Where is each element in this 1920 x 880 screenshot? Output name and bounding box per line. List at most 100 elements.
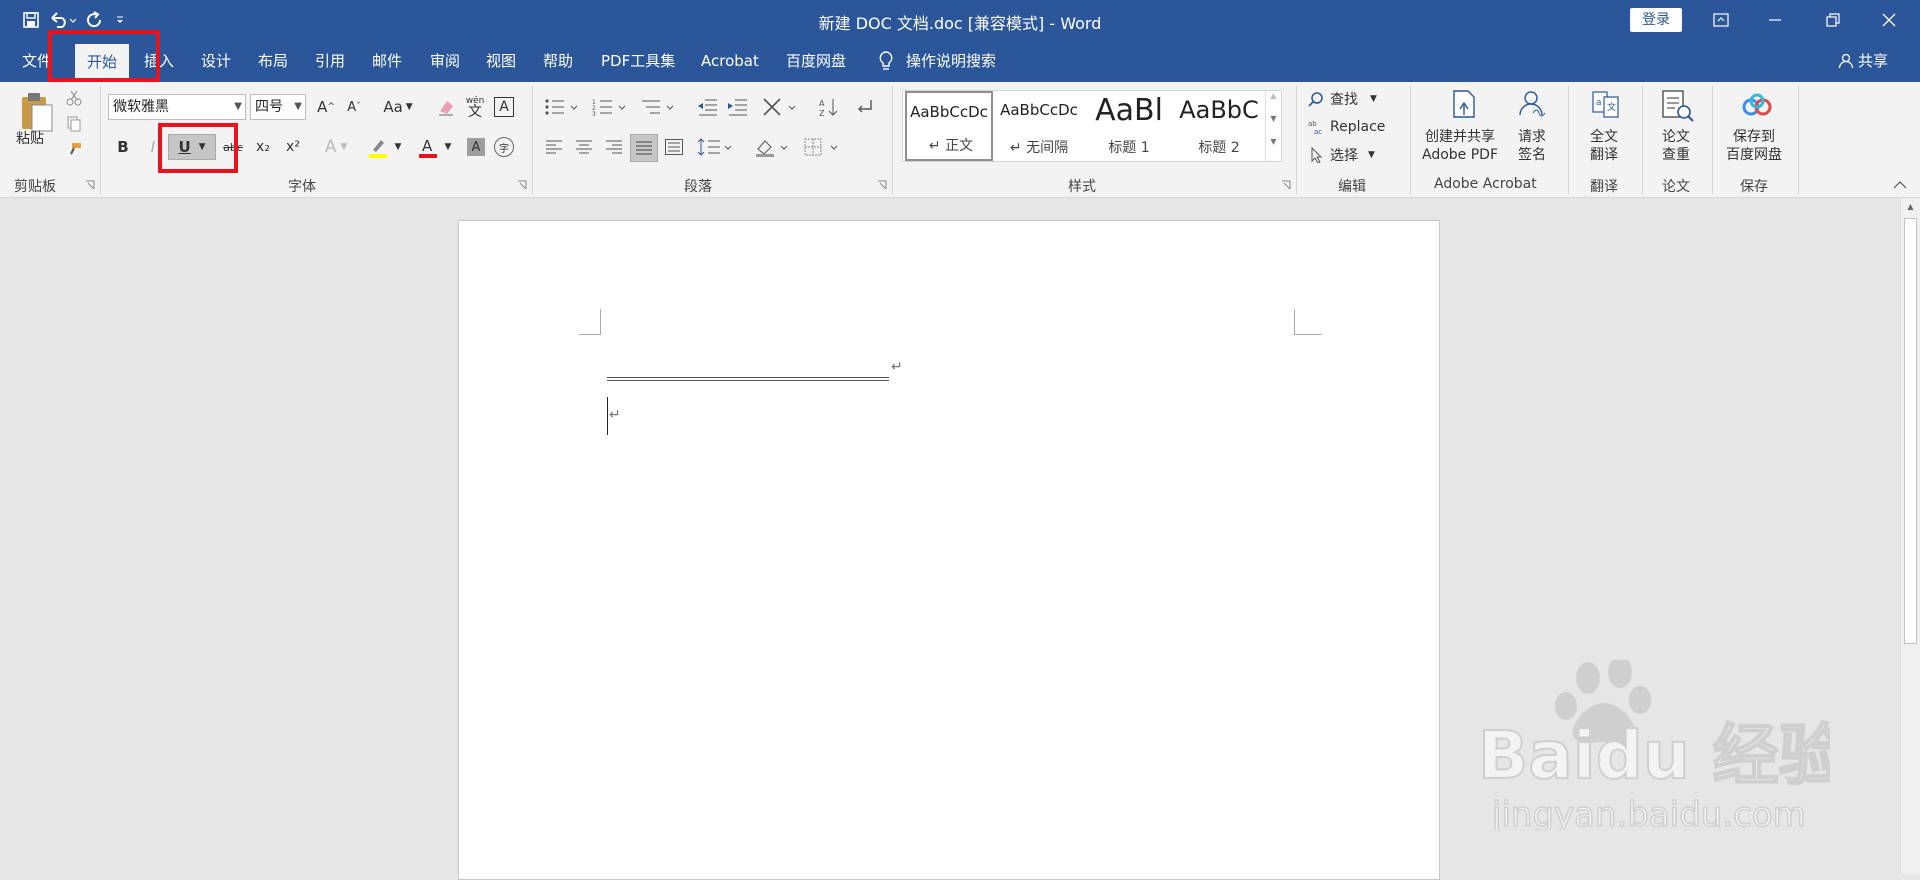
svg-text:3: 3	[592, 111, 596, 116]
clear-format-icon[interactable]	[434, 94, 458, 120]
chevron-down-icon[interactable]: ▼	[1266, 114, 1281, 137]
minimize-icon[interactable]	[1752, 0, 1798, 40]
tab-view[interactable]: 视图	[486, 40, 516, 82]
separator	[892, 86, 893, 194]
tab-design[interactable]: 设计	[201, 40, 231, 82]
font-color-button[interactable]: A ▼	[412, 134, 456, 160]
font-size-combo[interactable]: 四号 ▼	[250, 94, 306, 120]
close-icon[interactable]	[1866, 0, 1912, 40]
more-styles-icon[interactable]: ▼	[1266, 137, 1281, 160]
tab-layout[interactable]: 布局	[258, 40, 288, 82]
paragraph-launcher-icon[interactable]	[876, 179, 888, 191]
translate-icon[interactable]: a文	[1590, 88, 1622, 120]
borders-icon[interactable]	[802, 134, 842, 160]
ribbon-display-icon[interactable]	[1698, 0, 1744, 40]
paragraph-mark-icon: ↵	[891, 359, 903, 375]
distributed-icon[interactable]	[662, 134, 686, 160]
style-sample: AaBbC	[1179, 96, 1259, 124]
styles-launcher-icon[interactable]	[1280, 179, 1292, 191]
style-heading-2[interactable]: AaBbC 标题 2	[1175, 91, 1263, 161]
tab-review[interactable]: 审阅	[430, 40, 460, 82]
translate-line1: 全文	[1590, 129, 1618, 145]
chinese-layout-icon[interactable]	[760, 94, 800, 120]
multilevel-list-icon[interactable]	[638, 94, 678, 120]
style-heading-1[interactable]: AaBl 标题 1	[1085, 91, 1173, 161]
tell-me-search[interactable]: 操作说明搜索	[878, 40, 996, 82]
replace-icon: abac	[1308, 120, 1322, 135]
vertical-scrollbar[interactable]: ▲	[1900, 198, 1920, 874]
format-painter-icon[interactable]	[64, 140, 84, 160]
paragraph-shading-icon[interactable]	[752, 134, 792, 160]
chevron-up-icon[interactable]: ▲	[1901, 198, 1920, 216]
text-effects-button[interactable]: A ▼	[318, 134, 354, 160]
login-button[interactable]: 登录	[1630, 8, 1682, 32]
text-effects-icon: A	[324, 137, 337, 157]
translate-label[interactable]: 全文 翻译	[1590, 128, 1618, 164]
styles-scroll[interactable]: ▲ ▼ ▼	[1265, 91, 1281, 161]
svg-text:ac: ac	[1314, 128, 1322, 135]
tab-mailings[interactable]: 邮件	[372, 40, 402, 82]
translate-line2: 翻译	[1590, 147, 1618, 163]
bold-button[interactable]: B	[112, 134, 134, 160]
align-right-icon[interactable]	[602, 134, 626, 160]
find-label: 查找	[1330, 92, 1358, 108]
document-page[interactable]: ↵ ↵	[458, 220, 1440, 880]
sort-icon[interactable]: AZ	[816, 94, 842, 120]
paste-label[interactable]: 粘贴	[16, 130, 44, 148]
select-button[interactable]: 选择 ▼	[1308, 144, 1375, 166]
subscript-button[interactable]: x₂	[250, 134, 276, 160]
style-sample: AaBbCcDc	[910, 103, 988, 121]
change-case-button[interactable]: Aa ▼	[380, 94, 416, 120]
svg-text:Z: Z	[819, 109, 825, 117]
request-signature-label[interactable]: 请求 签名	[1518, 128, 1546, 164]
grow-font-button[interactable]: A ^	[314, 94, 338, 120]
baidu-netdisk-icon[interactable]	[1740, 90, 1776, 120]
chevron-up-icon[interactable]: ▲	[1266, 91, 1281, 114]
show-marks-icon[interactable]	[852, 94, 878, 120]
tab-acrobat[interactable]: Acrobat	[701, 40, 759, 82]
replace-button[interactable]: ab ac Replace	[1308, 116, 1385, 138]
select-label: 选择	[1330, 148, 1358, 164]
highlighter-icon	[368, 140, 387, 158]
style-normal[interactable]: AaBbCcDc ↵ 正文	[905, 91, 993, 161]
scrollbar-thumb[interactable]	[1904, 218, 1917, 644]
cut-icon[interactable]	[64, 88, 84, 108]
copy-icon[interactable]	[64, 114, 84, 134]
superscript-button[interactable]: x²	[280, 134, 306, 160]
style-no-spacing[interactable]: AaBbCcDc ↵ 无间隔	[995, 91, 1083, 161]
tab-baidu-netdisk[interactable]: 百度网盘	[786, 40, 846, 82]
shrink-font-button[interactable]: Aˇ	[342, 94, 366, 120]
phonetic-guide-button[interactable]: wén 文	[462, 92, 488, 122]
font-name-combo[interactable]: 微软雅黑 ▼	[108, 94, 246, 120]
line-spacing-icon[interactable]	[696, 134, 736, 160]
find-button[interactable]: 查找 ▼	[1308, 88, 1377, 110]
tab-pdf-tools[interactable]: PDF工具集	[601, 40, 675, 82]
justify-icon[interactable]	[630, 134, 658, 162]
tab-references[interactable]: 引用	[315, 40, 345, 82]
numbering-icon[interactable]: 123	[590, 94, 630, 120]
paper-check-icon[interactable]	[1660, 88, 1696, 124]
collapse-ribbon-icon[interactable]	[1892, 178, 1908, 192]
character-border-button[interactable]: A	[492, 94, 516, 120]
align-center-icon[interactable]	[572, 134, 596, 160]
restore-icon[interactable]	[1810, 0, 1856, 40]
paper-check-label[interactable]: 论文 查重	[1662, 128, 1690, 164]
replace-label: Replace	[1330, 119, 1386, 135]
highlight-button[interactable]: ▼	[362, 134, 406, 160]
font-launcher-icon[interactable]	[516, 179, 528, 191]
bullets-icon[interactable]	[542, 94, 582, 120]
character-shading-button[interactable]: A	[464, 134, 488, 160]
decrease-indent-icon[interactable]	[694, 94, 720, 120]
save-to-baidu-label[interactable]: 保存到 百度网盘	[1726, 128, 1782, 164]
clipboard-launcher-icon[interactable]	[84, 179, 96, 191]
align-left-icon[interactable]	[542, 134, 566, 160]
request-signature-icon[interactable]	[1516, 88, 1548, 120]
increase-indent-icon[interactable]	[724, 94, 750, 120]
separator	[532, 86, 533, 194]
share-button[interactable]: 共享	[1838, 40, 1888, 82]
create-pdf-icon[interactable]	[1448, 88, 1480, 120]
enclose-characters-button[interactable]: 字	[492, 134, 516, 160]
request-signature-line1: 请求	[1518, 129, 1546, 145]
tab-help[interactable]: 帮助	[543, 40, 573, 82]
create-pdf-label[interactable]: 创建并共享 Adobe PDF	[1422, 128, 1498, 164]
